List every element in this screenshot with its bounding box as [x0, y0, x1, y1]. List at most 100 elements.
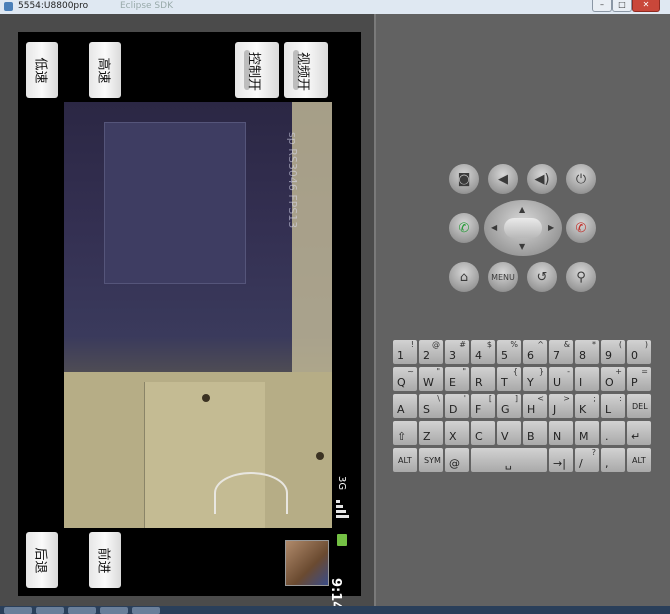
high-speed-label: 高速 — [95, 56, 111, 84]
network-type: 3G — [336, 476, 347, 491]
key[interactable]: F[ — [471, 394, 495, 418]
key[interactable]: 0) — [627, 340, 651, 364]
dpad-right-icon[interactable]: ▶ — [548, 223, 554, 232]
home-icon[interactable]: ⌂ — [449, 262, 479, 292]
key[interactable]: Z — [419, 421, 443, 445]
signal-bar — [336, 505, 343, 508]
key[interactable]: X — [445, 421, 469, 445]
search-icon[interactable]: ⚲ — [566, 262, 596, 292]
tab-key[interactable]: →| — [549, 448, 573, 472]
camera-icon[interactable]: ◙ — [449, 164, 479, 194]
key[interactable]: 6 ^ — [523, 340, 547, 364]
power-icon[interactable]: ⏻ — [566, 164, 596, 194]
key[interactable]: V — [497, 421, 521, 445]
emulator-keyboard: 1! 2 @ 3 # 4 $ 5% 6 ^ 7 & 8 * 9( 0) Q ~ W " E " R… — [393, 340, 655, 472]
key[interactable]: 3 # — [445, 340, 469, 364]
key[interactable]: 2 @ — [419, 340, 443, 364]
taskbar-item[interactable] — [4, 607, 32, 614]
backward-label: 后退 — [32, 546, 48, 574]
video-toggle-button[interactable]: 视频开 — [284, 42, 328, 98]
dpad-up-icon[interactable]: ▲ — [519, 205, 525, 214]
key[interactable]: R — [471, 367, 495, 391]
video-cable — [214, 472, 288, 514]
key[interactable]: M — [575, 421, 599, 445]
backward-button[interactable]: 后退 — [26, 532, 58, 588]
taskbar-item[interactable] — [36, 607, 64, 614]
app-icon — [4, 2, 13, 11]
key[interactable]: A — [393, 394, 417, 418]
signal-bar — [336, 510, 346, 513]
minimize-button[interactable]: – — [592, 0, 612, 12]
video-toggle-label: 视频开 — [295, 52, 310, 92]
video-shelf — [104, 122, 246, 284]
end-call-icon[interactable]: ✆ — [566, 213, 596, 243]
low-speed-label: 低速 — [32, 56, 48, 84]
taskbar-item[interactable] — [132, 607, 160, 614]
control-toggle-button[interactable]: 控制开 — [235, 42, 279, 98]
volume-up-icon[interactable]: ◀) — [527, 164, 557, 194]
notification-thumbnail — [285, 540, 329, 586]
key[interactable]: @ — [445, 448, 469, 472]
dpad-center-button[interactable] — [504, 218, 542, 238]
forward-label: 前进 — [95, 546, 111, 574]
enter-key[interactable]: ↵ — [627, 421, 651, 445]
alt-key[interactable]: ALT — [393, 448, 417, 472]
signal-bar — [336, 500, 340, 503]
signal-bar — [336, 515, 349, 518]
taskbar-item[interactable] — [68, 607, 96, 614]
key[interactable]: Q ~ — [393, 367, 417, 391]
dpad-left-icon[interactable]: ◀ — [491, 223, 497, 232]
video-feed: sp RS3046 FPS13 — [64, 102, 332, 528]
key[interactable]: 7 & — [549, 340, 573, 364]
key[interactable]: C — [471, 421, 495, 445]
key[interactable]: H < — [523, 394, 547, 418]
battery-icon — [337, 534, 347, 546]
forward-button[interactable]: 前进 — [89, 532, 121, 588]
space-key[interactable]: ␣ — [471, 448, 547, 472]
low-speed-button[interactable]: 低速 — [26, 42, 58, 98]
key[interactable]: D ' — [445, 394, 469, 418]
key[interactable]: /? — [575, 448, 599, 472]
key[interactable]: Y} — [523, 367, 547, 391]
delete-key[interactable]: DEL — [627, 394, 651, 418]
alt-key[interactable]: ALT — [627, 448, 651, 472]
call-icon[interactable]: ✆ — [449, 213, 479, 243]
high-speed-button[interactable]: 高速 — [89, 42, 121, 98]
control-toggle-label: 控制开 — [246, 52, 261, 92]
key[interactable]: 1! — [393, 340, 417, 364]
key[interactable]: N — [549, 421, 573, 445]
volume-down-icon[interactable]: ◀ — [488, 164, 518, 194]
shift-key[interactable]: ⇧ — [393, 421, 417, 445]
key[interactable]: 5% — [497, 340, 521, 364]
key[interactable]: . — [601, 421, 625, 445]
menu-button[interactable]: MENU — [488, 262, 518, 292]
key[interactable]: U- — [549, 367, 573, 391]
back-icon[interactable]: ↺ — [527, 262, 557, 292]
key[interactable]: 9( — [601, 340, 625, 364]
key[interactable]: 8 * — [575, 340, 599, 364]
key[interactable]: E " — [445, 367, 469, 391]
key[interactable]: T{ — [497, 367, 521, 391]
close-button[interactable]: ✕ — [632, 0, 660, 12]
sym-key[interactable]: SYM — [419, 448, 443, 472]
key[interactable]: 4 $ — [471, 340, 495, 364]
key[interactable]: L: — [601, 394, 625, 418]
key[interactable]: S \ — [419, 394, 443, 418]
dpad-down-icon[interactable]: ▼ — [519, 242, 525, 251]
taskbar-item[interactable] — [100, 607, 128, 614]
key[interactable]: B — [523, 421, 547, 445]
device-screen: sp RS3046 FPS13 低速 高速 控制开 视频开 后退 前进 3G 9… — [18, 32, 361, 610]
dpad[interactable]: ▲ ▼ ◀ ▶ — [484, 200, 562, 256]
window-ghost-title: Eclipse SDK — [120, 1, 173, 11]
key[interactable]: G] — [497, 394, 521, 418]
key[interactable]: J > — [549, 394, 573, 418]
key[interactable]: O + — [601, 367, 625, 391]
key[interactable]: K; — [575, 394, 599, 418]
video-knob — [202, 394, 210, 402]
key[interactable]: W " — [419, 367, 443, 391]
key[interactable]: I — [575, 367, 599, 391]
maximize-button[interactable]: □ — [612, 0, 632, 12]
key[interactable]: , — [601, 448, 625, 472]
key[interactable]: P = — [627, 367, 651, 391]
panel-divider — [374, 14, 376, 608]
